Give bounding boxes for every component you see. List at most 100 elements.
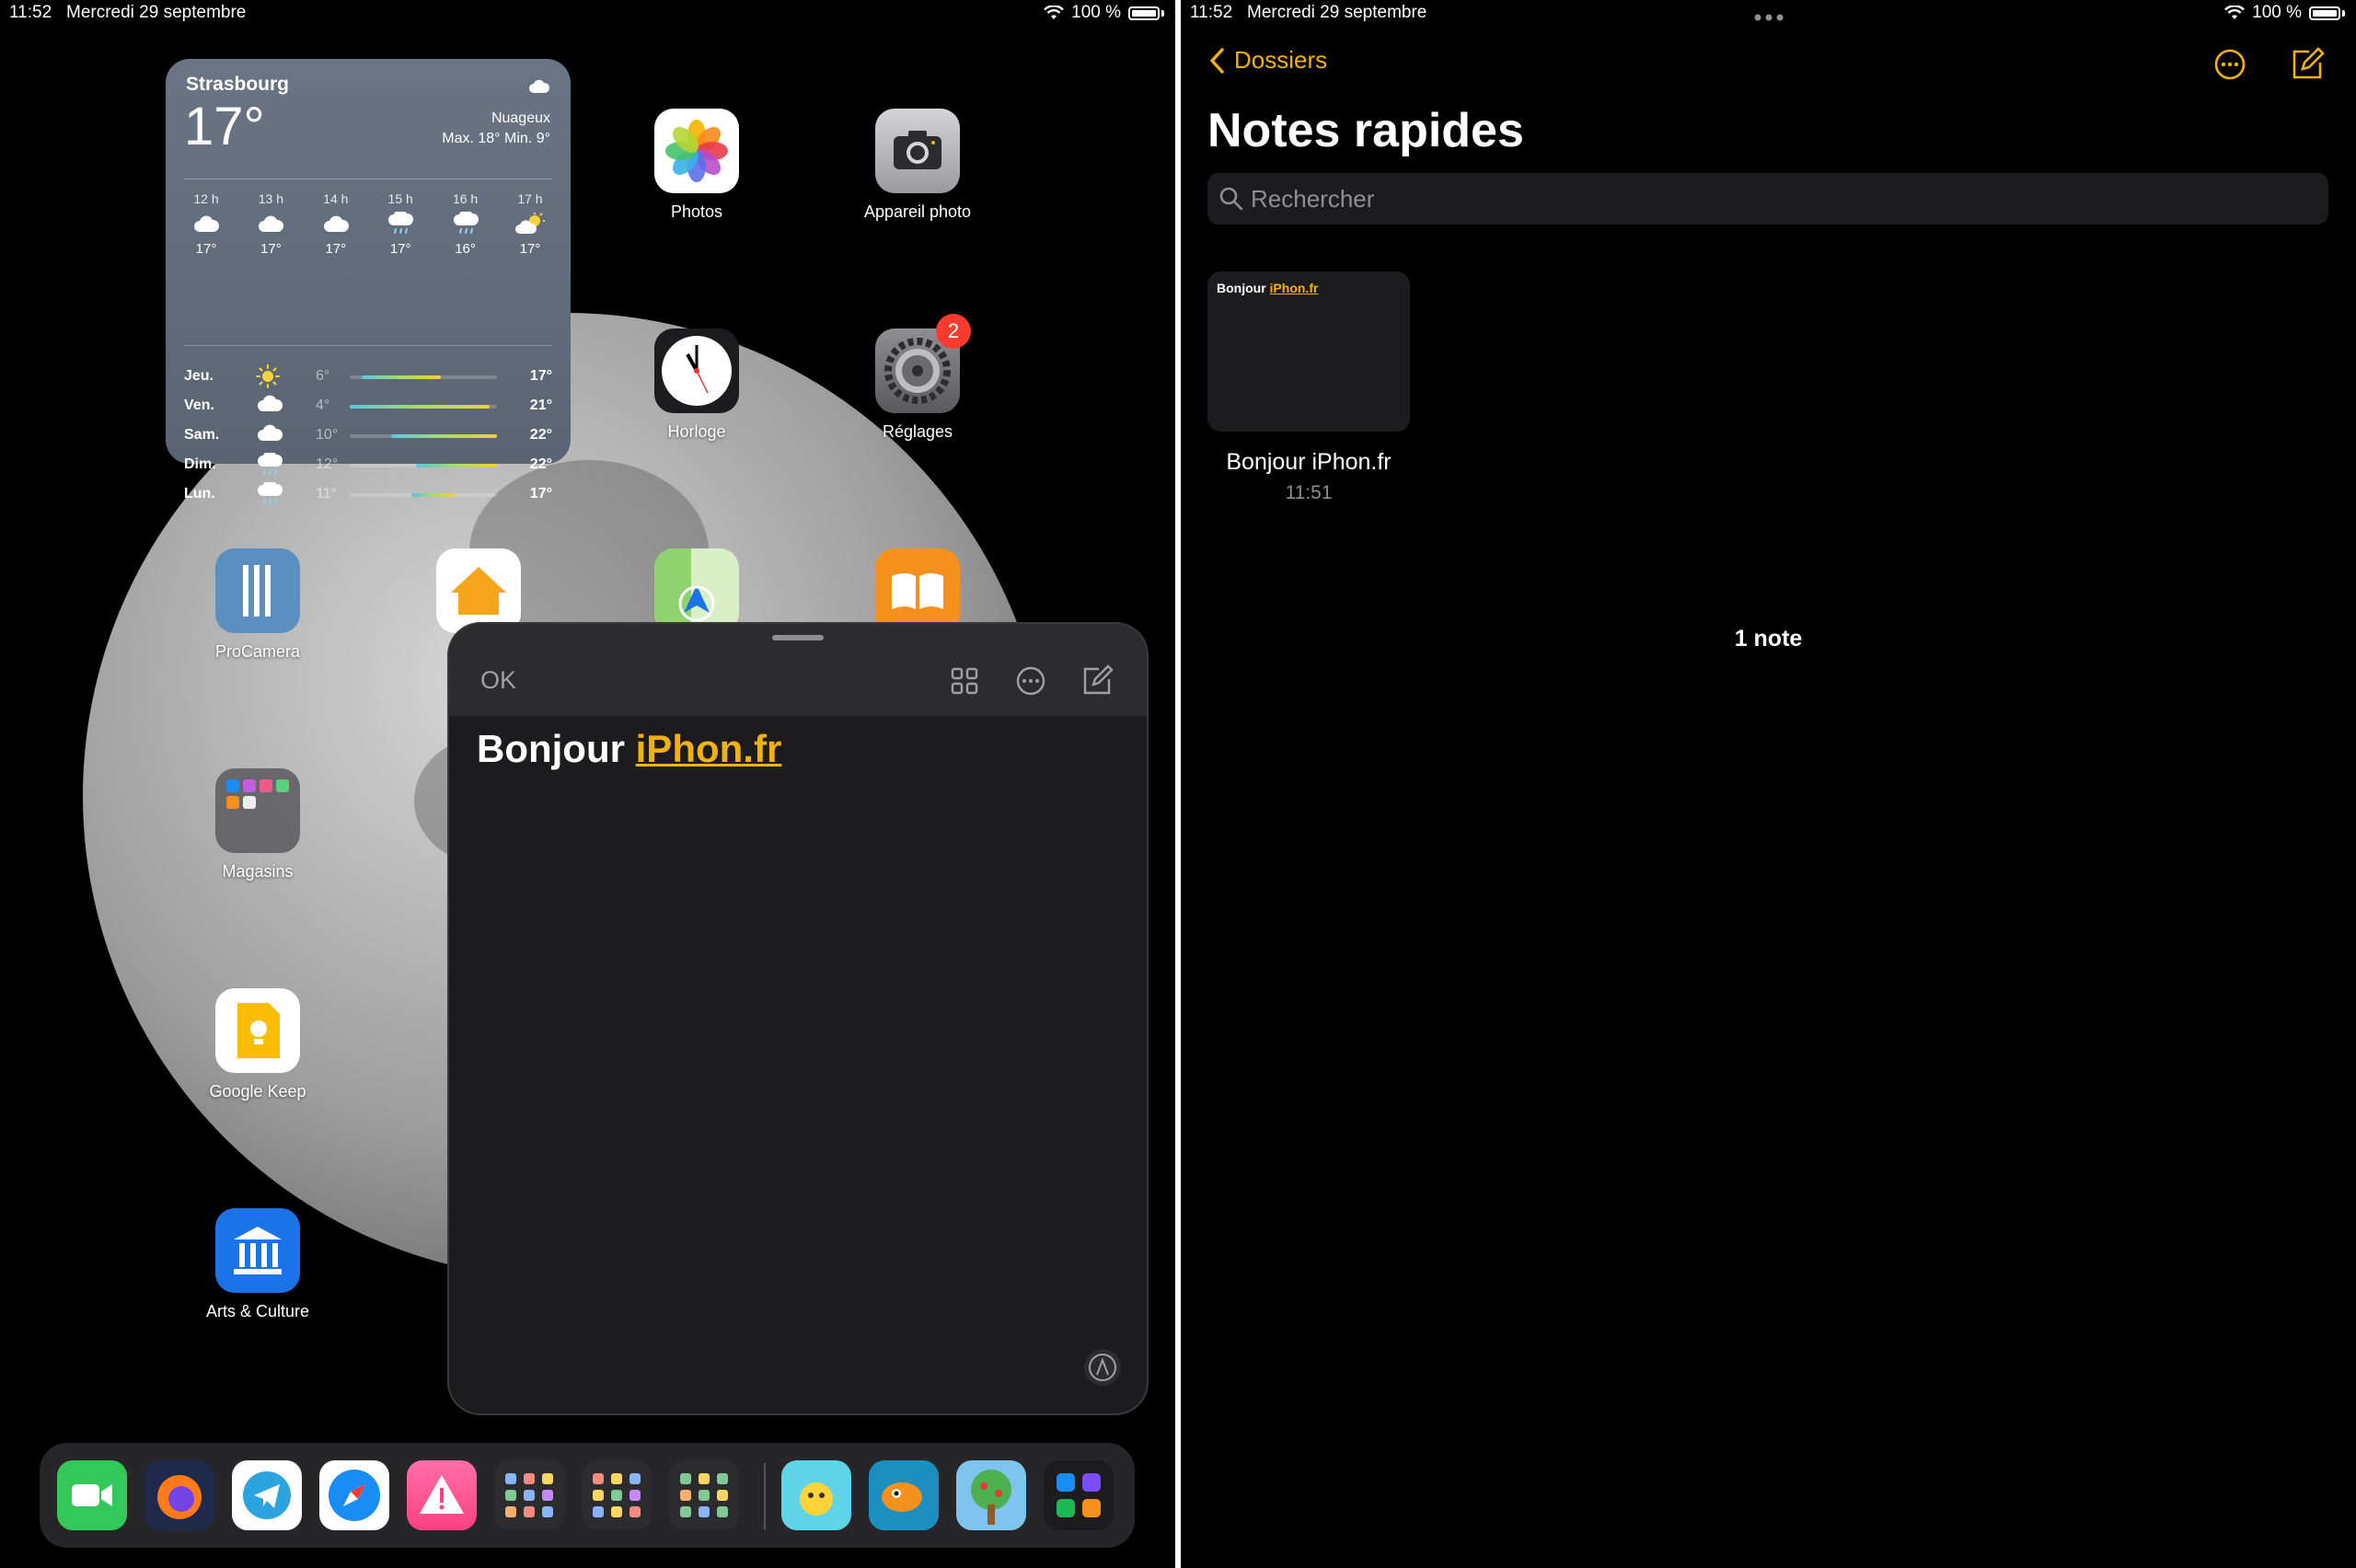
app-arts-culture[interactable]: Arts & Culture xyxy=(184,1208,331,1321)
cloud-rain-icon xyxy=(256,450,283,481)
back-button[interactable]: Dossiers xyxy=(1208,46,1327,75)
status-bar: 11:52 Mercredi 29 septembre 100 % xyxy=(0,0,1175,29)
dock-separator xyxy=(764,1463,766,1529)
app-library-icon[interactable] xyxy=(1044,1460,1114,1530)
home-screen-pane: 11:52 Mercredi 29 septembre 100 % Strasb… xyxy=(0,0,1175,1568)
hourly-item: 15 h 17° xyxy=(373,191,428,257)
folder-icon[interactable] xyxy=(669,1460,739,1530)
notes-app-pane: 11:52 Mercredi 29 septembre 100 % Dossie… xyxy=(1181,0,2356,1568)
note-content[interactable]: Bonjour iPhon.fr xyxy=(477,727,781,771)
ok-button[interactable]: OK xyxy=(480,666,516,695)
app-clock[interactable]: Horloge xyxy=(623,329,770,442)
app-label: Arts & Culture xyxy=(205,1302,310,1320)
keep-icon xyxy=(215,988,300,1073)
temp-range-bar xyxy=(350,375,497,379)
app-label: Appareil photo xyxy=(863,202,972,221)
app-google-keep[interactable]: Google Keep xyxy=(184,988,331,1101)
drag-handle[interactable] xyxy=(772,635,824,640)
more-icon[interactable] xyxy=(1014,664,1047,698)
daily-row: Ven. 4° 21° xyxy=(184,392,552,421)
day-high: 22° xyxy=(529,427,552,443)
hour-label: 12 h xyxy=(193,191,219,206)
compose-icon[interactable] xyxy=(1080,664,1114,698)
day-high: 17° xyxy=(529,486,552,502)
cloud-rain-icon xyxy=(373,206,428,241)
note-preview: Bonjour iPhon.fr xyxy=(1217,281,1319,295)
compose-icon[interactable] xyxy=(2289,46,2326,83)
maps-icon xyxy=(654,548,739,633)
app-home[interactable] xyxy=(405,548,552,633)
day-low: 11° xyxy=(316,486,338,502)
drawing-app-icon[interactable] xyxy=(781,1460,851,1530)
folder-icon xyxy=(215,768,300,853)
museum-icon xyxy=(215,1208,300,1293)
app-label: Google Keep xyxy=(209,1082,306,1101)
tree-app-icon[interactable] xyxy=(956,1460,1026,1530)
firefox-icon[interactable] xyxy=(144,1460,214,1530)
app-maps[interactable] xyxy=(623,548,770,633)
photos-icon xyxy=(654,109,739,193)
hourly-item: 14 h 17° xyxy=(308,191,364,257)
hourly-forecast: 12 h 17° 13 h 17° 14 h 17° 15 h 17° 16 h 16° 17 h1… xyxy=(179,191,558,257)
grid-icon[interactable] xyxy=(948,664,981,698)
search-icon xyxy=(1219,187,1243,211)
note-timestamp: 11:51 xyxy=(1285,482,1333,503)
telegram-icon[interactable] xyxy=(232,1460,302,1530)
alert-icon[interactable] xyxy=(407,1460,477,1530)
note-link[interactable]: iPhon.fr xyxy=(636,727,782,770)
folder-icon[interactable] xyxy=(494,1460,564,1530)
status-date: Mercredi 29 septembre xyxy=(66,3,247,22)
hour-temp: 16° xyxy=(455,241,476,257)
markup-pen-icon[interactable] xyxy=(1084,1349,1121,1386)
hourly-item: 12 h 17° xyxy=(179,191,234,257)
search-field[interactable]: Rechercher xyxy=(1207,173,2328,225)
app-camera[interactable]: Appareil photo xyxy=(844,109,991,222)
app-books[interactable] xyxy=(844,548,991,633)
temp-range-bar xyxy=(350,464,497,467)
search-placeholder: Rechercher xyxy=(1251,185,1375,213)
hour-label: 13 h xyxy=(258,191,284,206)
app-folder-magasins[interactable]: Magasins xyxy=(184,768,331,882)
page-title: Notes rapides xyxy=(1207,104,1524,157)
quick-note-window[interactable]: OK Bonjour iPhon.fr xyxy=(449,624,1147,1413)
day-label: Ven. xyxy=(184,398,214,413)
clock-icon xyxy=(654,329,739,413)
notification-badge: 2 xyxy=(936,314,971,349)
weather-temp: 17° xyxy=(184,97,265,156)
app-procamera[interactable]: ProCamera xyxy=(184,548,331,662)
wifi-icon xyxy=(1044,6,1064,19)
hour-temp: 17° xyxy=(519,241,541,257)
app-label: Photos xyxy=(670,202,723,221)
status-date: Mercredi 29 septembre xyxy=(1247,3,1427,22)
app-photos[interactable]: Photos xyxy=(623,109,770,222)
more-icon[interactable] xyxy=(2212,46,2248,83)
status-time: 11:52 xyxy=(1190,3,1233,22)
cloud-icon xyxy=(308,206,364,241)
cloud-rain-icon xyxy=(256,479,283,511)
hour-label: 14 h xyxy=(323,191,349,206)
weather-widget[interactable]: Strasbourg 17° Nuageux Max. 18° Min. 9° … xyxy=(166,59,571,504)
app-settings[interactable]: 2 Réglages xyxy=(844,314,991,442)
day-high: 22° xyxy=(529,456,552,472)
multitasking-dots-icon[interactable] xyxy=(1753,13,1784,22)
fish-app-icon[interactable] xyxy=(869,1460,939,1530)
app-label: Horloge xyxy=(667,422,726,441)
quick-note-toolbar: OK xyxy=(449,624,1147,716)
safari-icon[interactable] xyxy=(319,1460,389,1530)
sun-icon xyxy=(256,364,280,393)
day-label: Sam. xyxy=(184,427,220,443)
battery-percent: 100 % xyxy=(1071,3,1121,22)
book-icon xyxy=(875,548,960,633)
folder-icon[interactable] xyxy=(582,1460,652,1530)
day-high: 17° xyxy=(529,368,552,384)
note-card[interactable]: Bonjour iPhon.fr xyxy=(1207,271,1410,432)
facetime-icon[interactable] xyxy=(57,1460,127,1530)
daily-row: Jeu. 6° 17° xyxy=(184,363,552,392)
temp-range-bar xyxy=(350,434,497,438)
wifi-icon xyxy=(2224,6,2245,19)
note-text: Bonjour xyxy=(477,727,636,770)
daily-row: Lun. 11° 17° xyxy=(184,479,552,511)
cloud-rain-icon xyxy=(438,206,493,241)
note-title[interactable]: Bonjour iPhon.fr xyxy=(1207,449,1410,476)
day-low: 6° xyxy=(316,368,330,384)
